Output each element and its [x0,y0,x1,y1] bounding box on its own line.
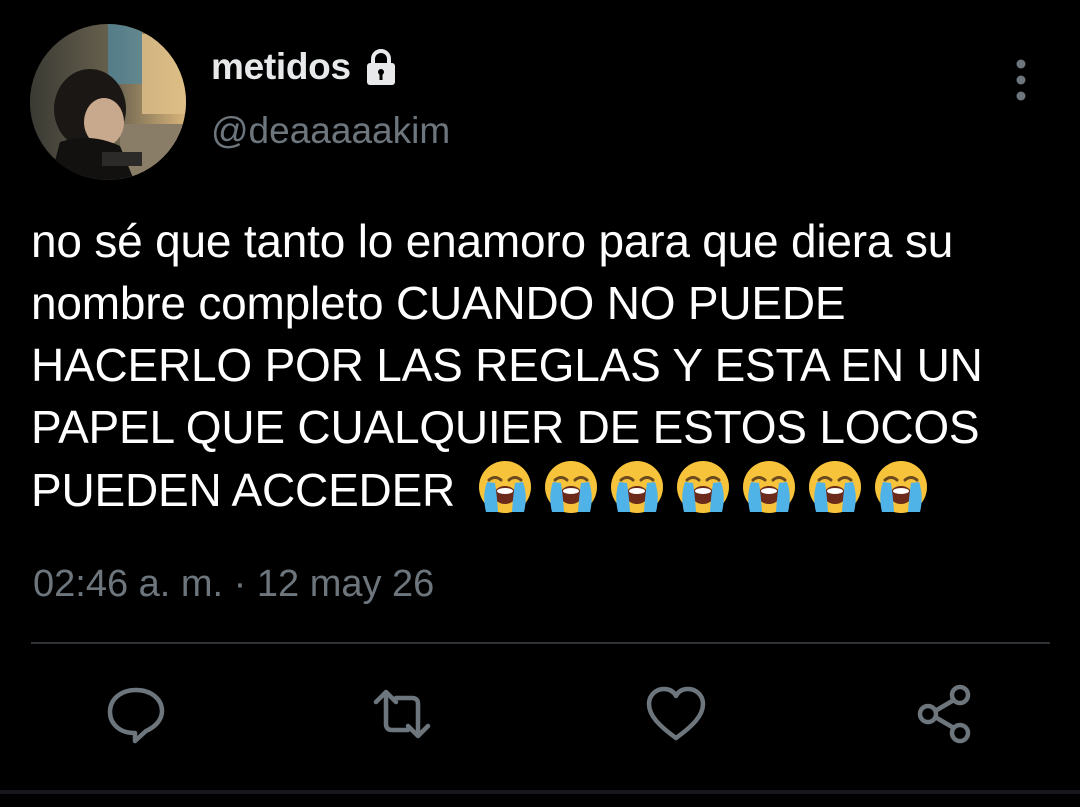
lock-icon [361,47,401,87]
loudly-crying-face-icon [674,458,732,516]
bottom-edge [0,790,1080,794]
tweet-header: metidos @deaaaaakim [30,24,1050,184]
heart-icon[interactable] [644,682,708,746]
divider [31,642,1050,644]
loudly-crying-face-icon [608,458,666,516]
loudly-crying-face-icon [740,458,798,516]
reply-icon[interactable] [104,682,168,746]
loudly-crying-face-icon [806,458,864,516]
loudly-crying-face-icon [542,458,600,516]
display-name-row[interactable]: metidos [211,44,401,90]
timestamp[interactable]: 02:46 a. m. · 12 may 26 [33,563,434,606]
profile-photo-icon [30,24,186,180]
tweet-body: no sé que tanto lo enamoro para que dier… [31,210,1071,521]
share-icon[interactable] [913,682,977,746]
loudly-crying-face-icon [476,458,534,516]
avatar[interactable] [30,24,186,180]
retweet-icon[interactable] [370,682,434,746]
loudly-crying-face-icon [872,458,930,516]
emoji-row [476,458,930,516]
handle[interactable]: @deaaaaakim [211,110,450,152]
action-bar [0,682,1080,752]
display-name[interactable]: metidos [211,46,351,88]
more-vertical-icon[interactable] [1006,56,1036,104]
